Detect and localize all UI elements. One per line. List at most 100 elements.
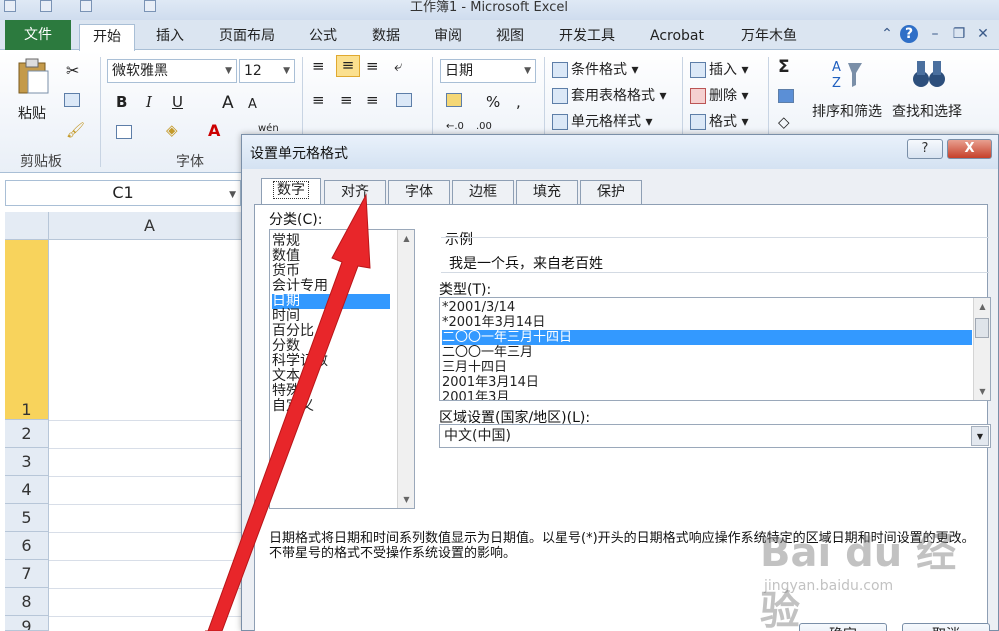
find-select-button[interactable]: 查找和选择	[890, 55, 970, 125]
row-header[interactable]: 6	[5, 532, 49, 560]
paste-button[interactable]: 粘贴	[12, 55, 54, 135]
align-right-icon[interactable]: ≡	[366, 91, 379, 109]
insert-cells-button[interactable]: 插入 ▾	[690, 59, 748, 79]
cut-icon[interactable]: ✂	[66, 61, 79, 80]
tab-file[interactable]: 文件	[5, 20, 71, 50]
list-item[interactable]: 三月十四日	[442, 360, 972, 375]
copy-icon[interactable]	[64, 93, 80, 107]
list-item[interactable]: 常规	[272, 234, 390, 249]
list-item[interactable]: 会计专用	[272, 279, 390, 294]
font-name-select[interactable]: 微软雅黑 ▼	[107, 59, 237, 83]
list-item[interactable]: 分数	[272, 339, 390, 354]
tab-acrobat[interactable]: Acrobat	[642, 24, 712, 50]
scroll-up-icon[interactable]: ▲	[974, 298, 990, 315]
dialog-tab-border[interactable]: 边框	[452, 180, 514, 204]
scroll-down-icon[interactable]: ▼	[974, 383, 990, 400]
align-middle-icon[interactable]: ≡	[336, 55, 360, 77]
tab-formulas[interactable]: 公式	[298, 24, 348, 50]
close-icon[interactable]: ✕	[974, 25, 992, 43]
list-item[interactable]: 时间	[272, 309, 390, 324]
tab-data[interactable]: 数据	[358, 24, 414, 50]
currency-icon[interactable]	[446, 93, 462, 107]
dialog-tab-fill[interactable]: 填充	[516, 180, 578, 204]
dialog-tab-protection[interactable]: 保护	[580, 180, 642, 204]
row-header[interactable]: 3	[5, 448, 49, 476]
column-header-a[interactable]: A	[49, 212, 250, 240]
align-left-icon[interactable]: ≡	[312, 91, 325, 109]
tab-review[interactable]: 审阅	[422, 24, 474, 50]
scroll-thumb[interactable]	[975, 318, 989, 338]
font-size-select[interactable]: 12 ▼	[239, 59, 295, 83]
list-item[interactable]: 二〇〇一年三月	[442, 345, 972, 360]
undo-icon[interactable]	[40, 0, 52, 12]
row-header[interactable]: 5	[5, 504, 49, 532]
number-format-select[interactable]: 日期 ▼	[440, 59, 536, 83]
category-scrollbar[interactable]: ▲ ▼	[397, 230, 414, 508]
locale-select[interactable]: 中文(中国) ▼	[439, 424, 991, 448]
merge-center-icon[interactable]	[396, 93, 412, 107]
dialog-close-button[interactable]: X	[947, 139, 992, 159]
list-item[interactable]: 2001年3月14日	[442, 375, 972, 390]
sort-filter-button[interactable]: A Z 排序和筛选	[810, 55, 890, 125]
align-bottom-icon[interactable]: ≡	[366, 57, 379, 75]
minimize-icon[interactable]: –	[926, 25, 944, 43]
name-box[interactable]: C1 ▼	[5, 180, 241, 206]
bold-button[interactable]: B	[116, 93, 127, 111]
select-all-corner[interactable]	[5, 212, 49, 240]
italic-button[interactable]: I	[146, 93, 152, 111]
list-item[interactable]: 数值	[272, 249, 390, 264]
dialog-tab-alignment[interactable]: 对齐	[324, 180, 386, 204]
conditional-format-button[interactable]: 条件格式 ▾	[552, 59, 638, 79]
list-item[interactable]: 2001年3月	[442, 390, 972, 400]
redo-icon[interactable]	[80, 0, 92, 12]
list-item[interactable]: *2001年3月14日	[442, 315, 972, 330]
list-item[interactable]: *2001/3/14	[442, 300, 972, 315]
list-item[interactable]: 文本	[272, 369, 390, 384]
list-item[interactable]: 百分比	[272, 324, 390, 339]
row-header[interactable]: 2	[5, 420, 49, 448]
list-item-selected[interactable]: 日期	[272, 294, 390, 309]
wrap-text-icon[interactable]: ⤶	[394, 57, 402, 75]
row-header[interactable]: 8	[5, 588, 49, 616]
tab-developer[interactable]: 开发工具	[548, 24, 626, 50]
borders-icon[interactable]	[116, 125, 132, 139]
list-item-selected[interactable]: 二〇〇一年三月十四日	[442, 330, 972, 345]
tab-page-layout[interactable]: 页面布局	[208, 24, 286, 50]
scroll-down-icon[interactable]: ▼	[398, 491, 414, 508]
align-center-icon[interactable]: ≡	[340, 91, 353, 109]
dialog-help-button[interactable]: ?	[907, 139, 943, 159]
format-as-table-button[interactable]: 套用表格格式 ▾	[552, 85, 666, 105]
percent-icon[interactable]: %	[486, 93, 500, 111]
decrease-decimal-icon[interactable]: .00	[476, 121, 492, 132]
list-item[interactable]: 自定义	[272, 399, 390, 414]
delete-cells-button[interactable]: 删除 ▾	[690, 85, 748, 105]
tab-view[interactable]: 视图	[484, 24, 536, 50]
fill-color-icon[interactable]: ◈	[166, 121, 178, 139]
fill-icon[interactable]	[778, 89, 794, 103]
tab-insert[interactable]: 插入	[142, 24, 198, 50]
list-item[interactable]: 货币	[272, 264, 390, 279]
new-file-icon[interactable]	[144, 0, 156, 12]
scroll-up-icon[interactable]: ▲	[398, 230, 414, 247]
type-list[interactable]: *2001/3/14 *2001年3月14日 二〇〇一年三月十四日 二〇〇一年三…	[439, 297, 991, 401]
list-item[interactable]: 特殊	[272, 384, 390, 399]
row-header[interactable]: 1	[5, 240, 49, 420]
restore-icon[interactable]: ❐	[950, 25, 968, 43]
cell-styles-button[interactable]: 单元格样式 ▾	[552, 111, 652, 131]
row-header[interactable]: 4	[5, 476, 49, 504]
phonetic-button[interactable]: wén	[258, 123, 279, 134]
increase-decimal-icon[interactable]: ←.0	[446, 121, 464, 132]
tab-home[interactable]: 开始	[79, 24, 135, 51]
chevron-down-icon[interactable]: ▼	[971, 426, 989, 446]
row-header[interactable]: 9	[5, 616, 49, 631]
help-icon[interactable]: ?	[900, 25, 918, 43]
dialog-tab-font[interactable]: 字体	[388, 180, 450, 204]
type-scrollbar[interactable]: ▲ ▼	[973, 298, 990, 400]
align-top-icon[interactable]: ≡	[312, 57, 325, 75]
autosum-button[interactable]: Σ	[778, 57, 790, 77]
comma-icon[interactable]: ,	[516, 93, 521, 111]
clear-icon[interactable]: ◇	[778, 113, 790, 131]
ribbon-collapse-icon[interactable]: ⌃	[878, 25, 896, 43]
shrink-font-button[interactable]: A	[248, 97, 257, 112]
format-cells-button[interactable]: 格式 ▾	[690, 111, 748, 131]
